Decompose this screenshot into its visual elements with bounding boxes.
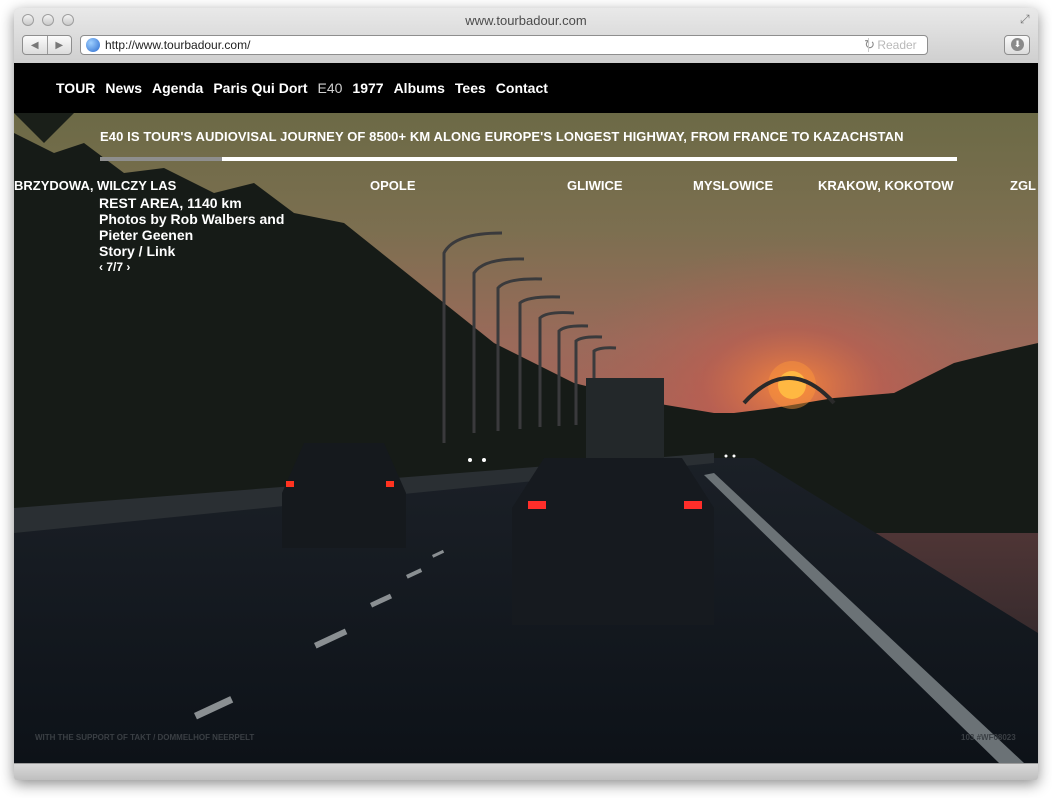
caption-links[interactable]: Story / Link [99,243,309,259]
support-credit: WITH THE SUPPORT OF TAKT / DOMMELHOF NEE… [35,733,255,742]
photo-pager[interactable]: ‹ 7/7 › [99,259,309,275]
nav-item-tees[interactable]: Tees [455,80,486,96]
nav-item-agenda[interactable]: Agenda [152,80,203,96]
place-label[interactable]: BRZYDOWA, WILCZY LAS [14,178,176,193]
journey-progress-bar[interactable] [100,157,957,161]
nav-item-contact[interactable]: Contact [496,80,548,96]
e40-headline: E40 IS TOUR'S AUDIOVISAL JOURNEY OF 8500… [100,129,904,144]
place-label[interactable]: GLIWICE [567,178,623,193]
photo-caption: REST AREA, 1140 km Photos by Rob Walbers… [99,195,309,275]
globe-icon [86,38,100,52]
nav-item-paris-qui-dort[interactable]: Paris Qui Dort [213,80,307,96]
page-viewport: TOUR News Agenda Paris Qui Dort E40 1977 Album… [14,63,1038,763]
nav-item-tour[interactable]: TOUR [56,80,95,96]
reader-button[interactable]: Reader [868,38,925,52]
back-button[interactable]: ◀ [23,36,47,54]
forward-button[interactable]: ▶ [46,36,72,54]
forward-arrow-icon: ▶ [55,39,64,51]
back-arrow-icon: ◀ [30,39,39,51]
nav-item-e40[interactable]: E40 [317,80,342,96]
address-bar[interactable]: http://www.tourbadour.com/ ↻ Reader [80,35,928,55]
place-label[interactable]: OPOLE [370,178,416,193]
photo-code: 103 #WF08023 [961,733,1016,742]
place-label[interactable]: ZGL [1010,178,1036,193]
caption-credit: Photos by Rob Walbers and Pieter Geenen [99,211,285,243]
url-text[interactable]: http://www.tourbadour.com/ [105,38,250,52]
site-navigation: TOUR News Agenda Paris Qui Dort E40 1977 Album… [14,63,1038,113]
nav-item-albums[interactable]: Albums [394,80,445,96]
caption-title: REST AREA, 1140 km [99,195,242,211]
journey-progress-fill [100,157,222,161]
browser-titlebar: www.tourbadour.com ⤢ ◀ ▶ http://www.tour… [14,8,1038,64]
nav-item-1977[interactable]: 1977 [352,80,383,96]
fullscreen-icon[interactable]: ⤢ [1020,12,1034,26]
downloads-button[interactable]: ⬇ [1004,35,1030,55]
place-label[interactable]: MYSLOWICE [693,178,773,193]
download-icon: ⬇ [1011,38,1024,51]
place-label[interactable]: KRAKOW, KOKOTOW [818,178,954,193]
history-buttons: ◀ ▶ [22,35,72,55]
browser-window: www.tourbadour.com ⤢ ◀ ▶ http://www.tour… [14,8,1038,780]
nav-item-news[interactable]: News [105,80,142,96]
place-strip: BRZYDOWA, WILCZY LAS OPOLE GLIWICE MYSLOWIC… [14,178,1038,196]
window-title: www.tourbadour.com [465,13,587,28]
browser-statusbar [14,763,1038,780]
